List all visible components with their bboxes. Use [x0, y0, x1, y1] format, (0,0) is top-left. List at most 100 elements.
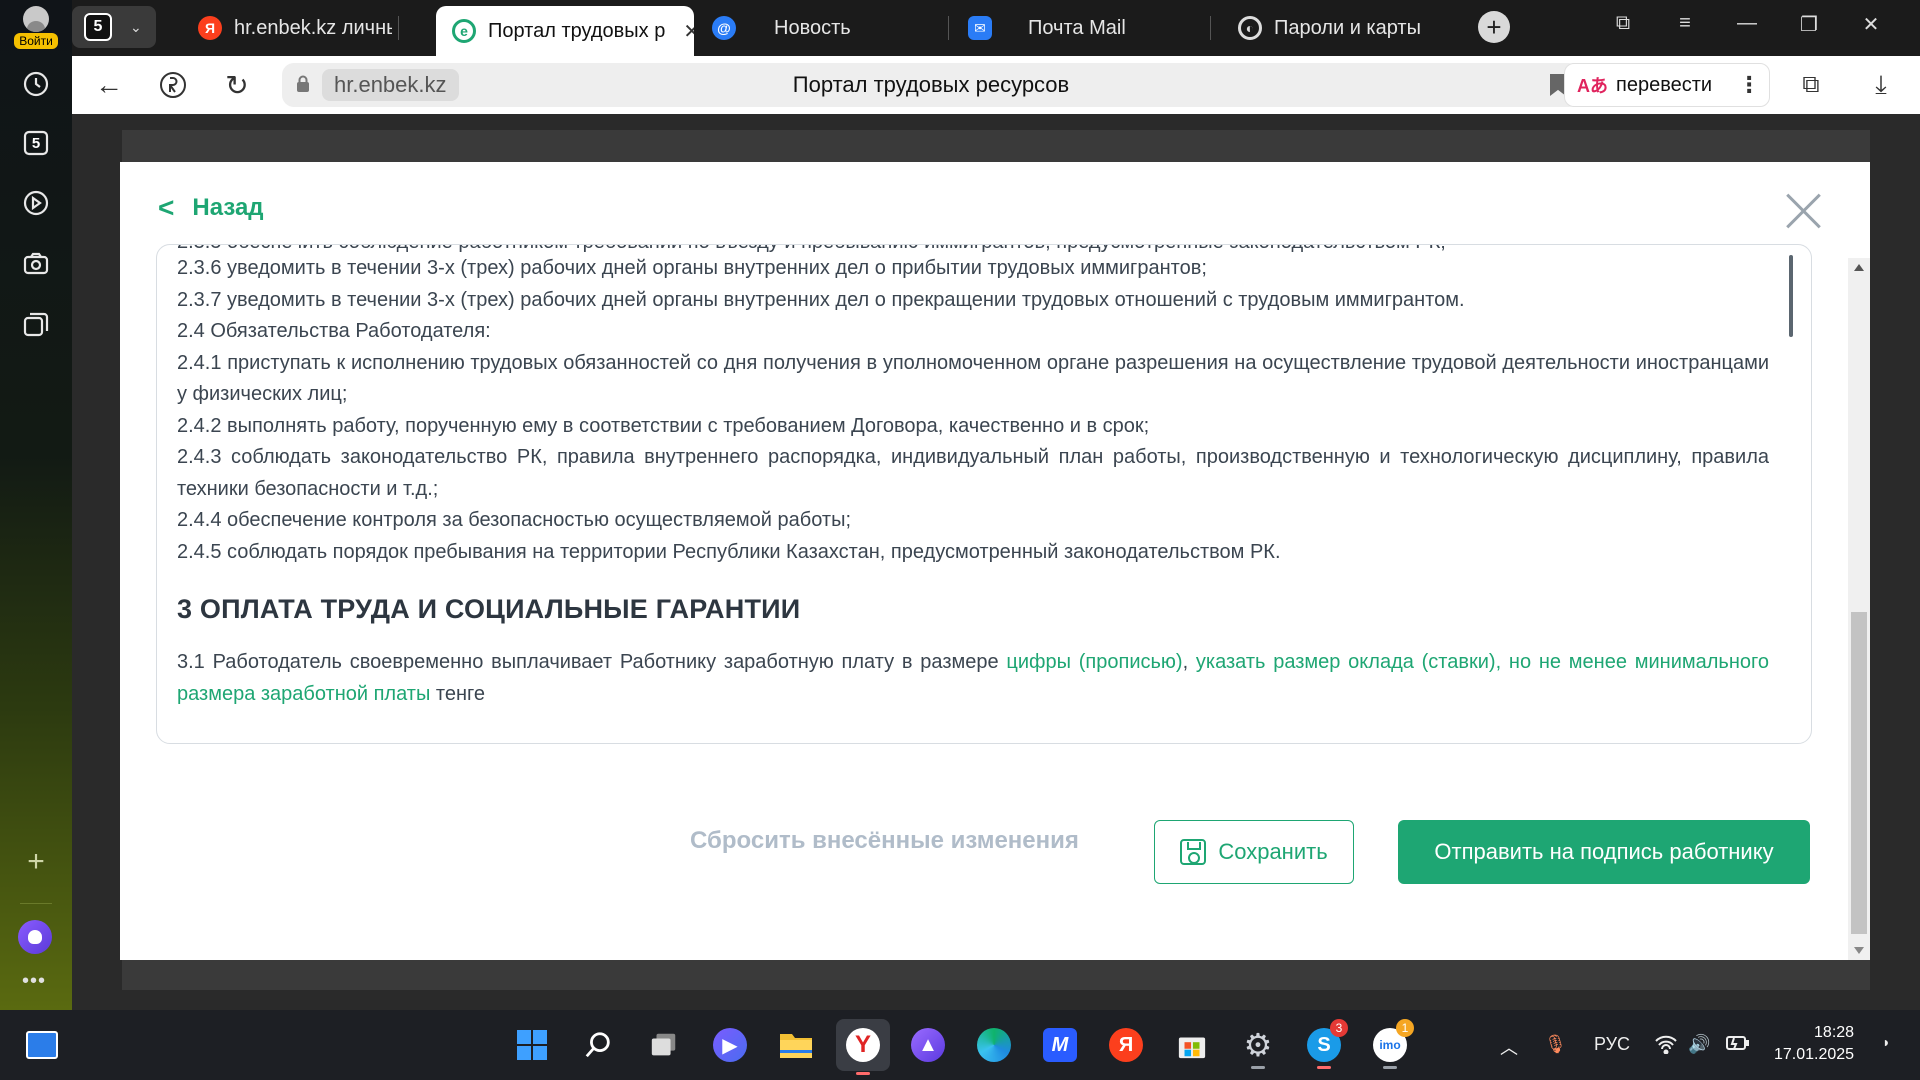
doc-line: 2.4.1 приступать к исполнению трудовых о…	[177, 351, 1769, 406]
wifi-icon[interactable]	[1654, 1034, 1678, 1059]
alice-icon[interactable]	[18, 920, 52, 954]
tab-mail[interactable]: ✉ Почта Mail	[952, 6, 1182, 50]
volume-icon[interactable]: 🔊	[1688, 1034, 1710, 1055]
mail-at-favicon-icon: @	[712, 16, 736, 40]
download-icon[interactable]: ⤓	[1864, 68, 1898, 102]
settings-icon[interactable]: ⚙	[1238, 1025, 1278, 1069]
doc-line: 2.3.6 уведомить в течении 3-х (трех) раб…	[177, 257, 1207, 279]
tab-separator	[948, 16, 949, 40]
close-tab-icon[interactable]: ✕	[683, 19, 694, 44]
more-vertical-icon[interactable]: ⋮	[1738, 72, 1760, 98]
bookmarks-panel-icon[interactable]: ⧉	[1608, 12, 1638, 35]
store-icon[interactable]	[1172, 1025, 1212, 1065]
tab-news[interactable]: @ Новость	[696, 6, 896, 50]
more-icon[interactable]: •••	[22, 970, 46, 993]
para-separator: ,	[1182, 651, 1196, 673]
tab-label: Почта Mail	[1028, 16, 1126, 39]
mymail-icon[interactable]: M	[1040, 1025, 1080, 1065]
contract-document[interactable]: 2.3.5 обеспечить соблюдение работником т…	[156, 244, 1812, 744]
amount-placeholder-link[interactable]: цифры (прописью)	[1006, 651, 1182, 673]
plus-icon[interactable]: +	[20, 845, 52, 878]
tab-bar: 5 ⌄ Я hr.enbek.kz личный к e Портал труд…	[72, 0, 1920, 56]
doc-line: 2.4.5 соблюдать порядок пребывания на те…	[177, 540, 1281, 563]
sidebar-divider	[20, 903, 52, 904]
play-icon[interactable]	[20, 187, 52, 219]
file-explorer-icon[interactable]	[776, 1025, 816, 1065]
widgets-icon[interactable]	[22, 1025, 62, 1065]
save-label: Сохранить	[1218, 839, 1328, 864]
reload-icon[interactable]: ↻	[220, 68, 254, 102]
para-suffix: тенге	[430, 682, 485, 705]
doc-line: 2.4.4 обеспечение контроля за безопаснос…	[177, 509, 852, 531]
system-clock[interactable]: 18:28 17.01.2025	[1774, 1022, 1854, 1066]
address-page-title: Портал трудовых ресурсов	[792, 72, 1070, 97]
browser-sidebar: Войти 5 + •••	[0, 0, 72, 1010]
battery-icon[interactable]	[1724, 1034, 1750, 1057]
new-tab-button[interactable]: +	[1478, 11, 1510, 43]
close-window-icon[interactable]: ✕	[1856, 12, 1886, 37]
modal-scrollbar[interactable]	[1848, 258, 1870, 960]
chat-icon[interactable]: ▶	[710, 1025, 750, 1065]
reset-changes-button[interactable]: Сбросить внесённые изменения	[690, 827, 1079, 855]
task-view-icon[interactable]	[644, 1025, 684, 1065]
tab-label: hr.enbek.kz личный к	[234, 16, 392, 39]
passwords-favicon-icon: ◐	[1238, 16, 1262, 40]
document-content: 2.3.5 обеспечить соблюдение работником т…	[157, 245, 1791, 710]
imo-badge: 1	[1396, 1019, 1414, 1037]
language-indicator[interactable]: РУС	[1594, 1034, 1630, 1055]
menu-icon[interactable]: ≡	[1670, 12, 1700, 35]
chevron-up-icon[interactable]: ︿	[1500, 1034, 1518, 1060]
edge-icon[interactable]	[974, 1025, 1014, 1065]
yandex-logo-icon[interactable]	[156, 68, 190, 102]
scroll-up-icon[interactable]	[1854, 264, 1864, 271]
sidebar-tabs-count: 5	[31, 134, 41, 152]
tab-counter-button[interactable]: 5 ⌄	[72, 6, 156, 48]
windows-taskbar: ▶ Y ▲ M Я ⚙ S 3 imo 1 ︿ 🎙 РУС 🔊 18:28 17…	[0, 1010, 1920, 1080]
restore-icon[interactable]: ❐	[1794, 12, 1824, 37]
tabs-counter-icon[interactable]: 5	[20, 127, 52, 159]
scrollbar-thumb[interactable]	[1851, 612, 1867, 934]
search-icon[interactable]	[578, 1025, 618, 1065]
doc-line: 2.4 Обязательства Работодателя:	[177, 320, 491, 342]
chevron-down-icon: ⌄	[130, 18, 142, 35]
doc-line: 2.3.7 уведомить в течении 3-х (трех) раб…	[177, 288, 1465, 311]
url-field[interactable]: hr.enbek.kz Портал трудовых ресурсов	[282, 63, 1580, 107]
minimize-icon[interactable]: —	[1732, 12, 1762, 35]
yandex-browser-icon[interactable]: Y	[836, 1019, 890, 1075]
section-heading: 3 ОПЛАТА ТРУДА И СОЦИАЛЬНЫЕ ГАРАНТИИ	[177, 594, 801, 624]
clock-time: 18:28	[1814, 1024, 1855, 1041]
save-button[interactable]: Сохранить	[1154, 820, 1354, 884]
doc-paragraph-3-1: 3.1 Работодатель своевременно выплачивае…	[177, 647, 1769, 710]
tab-passwords[interactable]: ◐ Пароли и карты	[1222, 6, 1462, 50]
camera-icon[interactable]	[20, 248, 52, 280]
send-to-employee-button[interactable]: Отправить на подпись работнику	[1398, 820, 1810, 884]
start-icon[interactable]	[512, 1025, 552, 1065]
skype-icon[interactable]: S 3	[1304, 1019, 1348, 1069]
tab-label: Портал трудовых р	[488, 19, 666, 42]
clock-icon[interactable]	[20, 68, 52, 100]
collections-icon[interactable]	[20, 308, 52, 340]
imo-icon[interactable]: imo 1	[1370, 1019, 1414, 1069]
scroll-down-icon[interactable]	[1854, 947, 1864, 954]
tab-portal[interactable]: e Портал трудовых р ✕	[436, 6, 694, 56]
document-scrollbar[interactable]	[1789, 255, 1793, 337]
extensions-icon[interactable]: ⧉	[1794, 68, 1828, 102]
microphone-icon[interactable]: 🎙	[1544, 1034, 1567, 1055]
chevron-left-icon: <	[158, 192, 175, 223]
mail-favicon-icon: ✉	[968, 16, 992, 40]
doc-line: 2.3.5 обеспечить соблюдение работником т…	[177, 245, 1769, 253]
para-prefix: 3.1 Работодатель своевременно выплачивае…	[177, 651, 1007, 673]
back-button[interactable]: < Назад	[158, 192, 264, 224]
doc-line: 2.4.3 соблюдать законодательство РК, пра…	[177, 446, 1769, 500]
skype-badge: 3	[1330, 1019, 1348, 1037]
running-indicator	[856, 1072, 870, 1075]
tab-hr-enbek[interactable]: Я hr.enbek.kz личный к	[182, 6, 392, 50]
close-modal-icon[interactable]	[1784, 192, 1822, 230]
back-arrow-icon[interactable]: ←	[92, 68, 126, 102]
address-bar: ← ↻ hr.enbek.kz Портал трудовых ресурсов…	[72, 56, 1920, 114]
yandex-icon[interactable]: Я	[1106, 1025, 1146, 1065]
translate-button[interactable]: Aあ перевести ⋮	[1564, 63, 1770, 107]
notification-icon[interactable]: ◗	[1882, 1034, 1890, 1050]
alice-icon[interactable]: ▲	[908, 1025, 948, 1065]
profile-button[interactable]: Войти	[8, 4, 64, 50]
